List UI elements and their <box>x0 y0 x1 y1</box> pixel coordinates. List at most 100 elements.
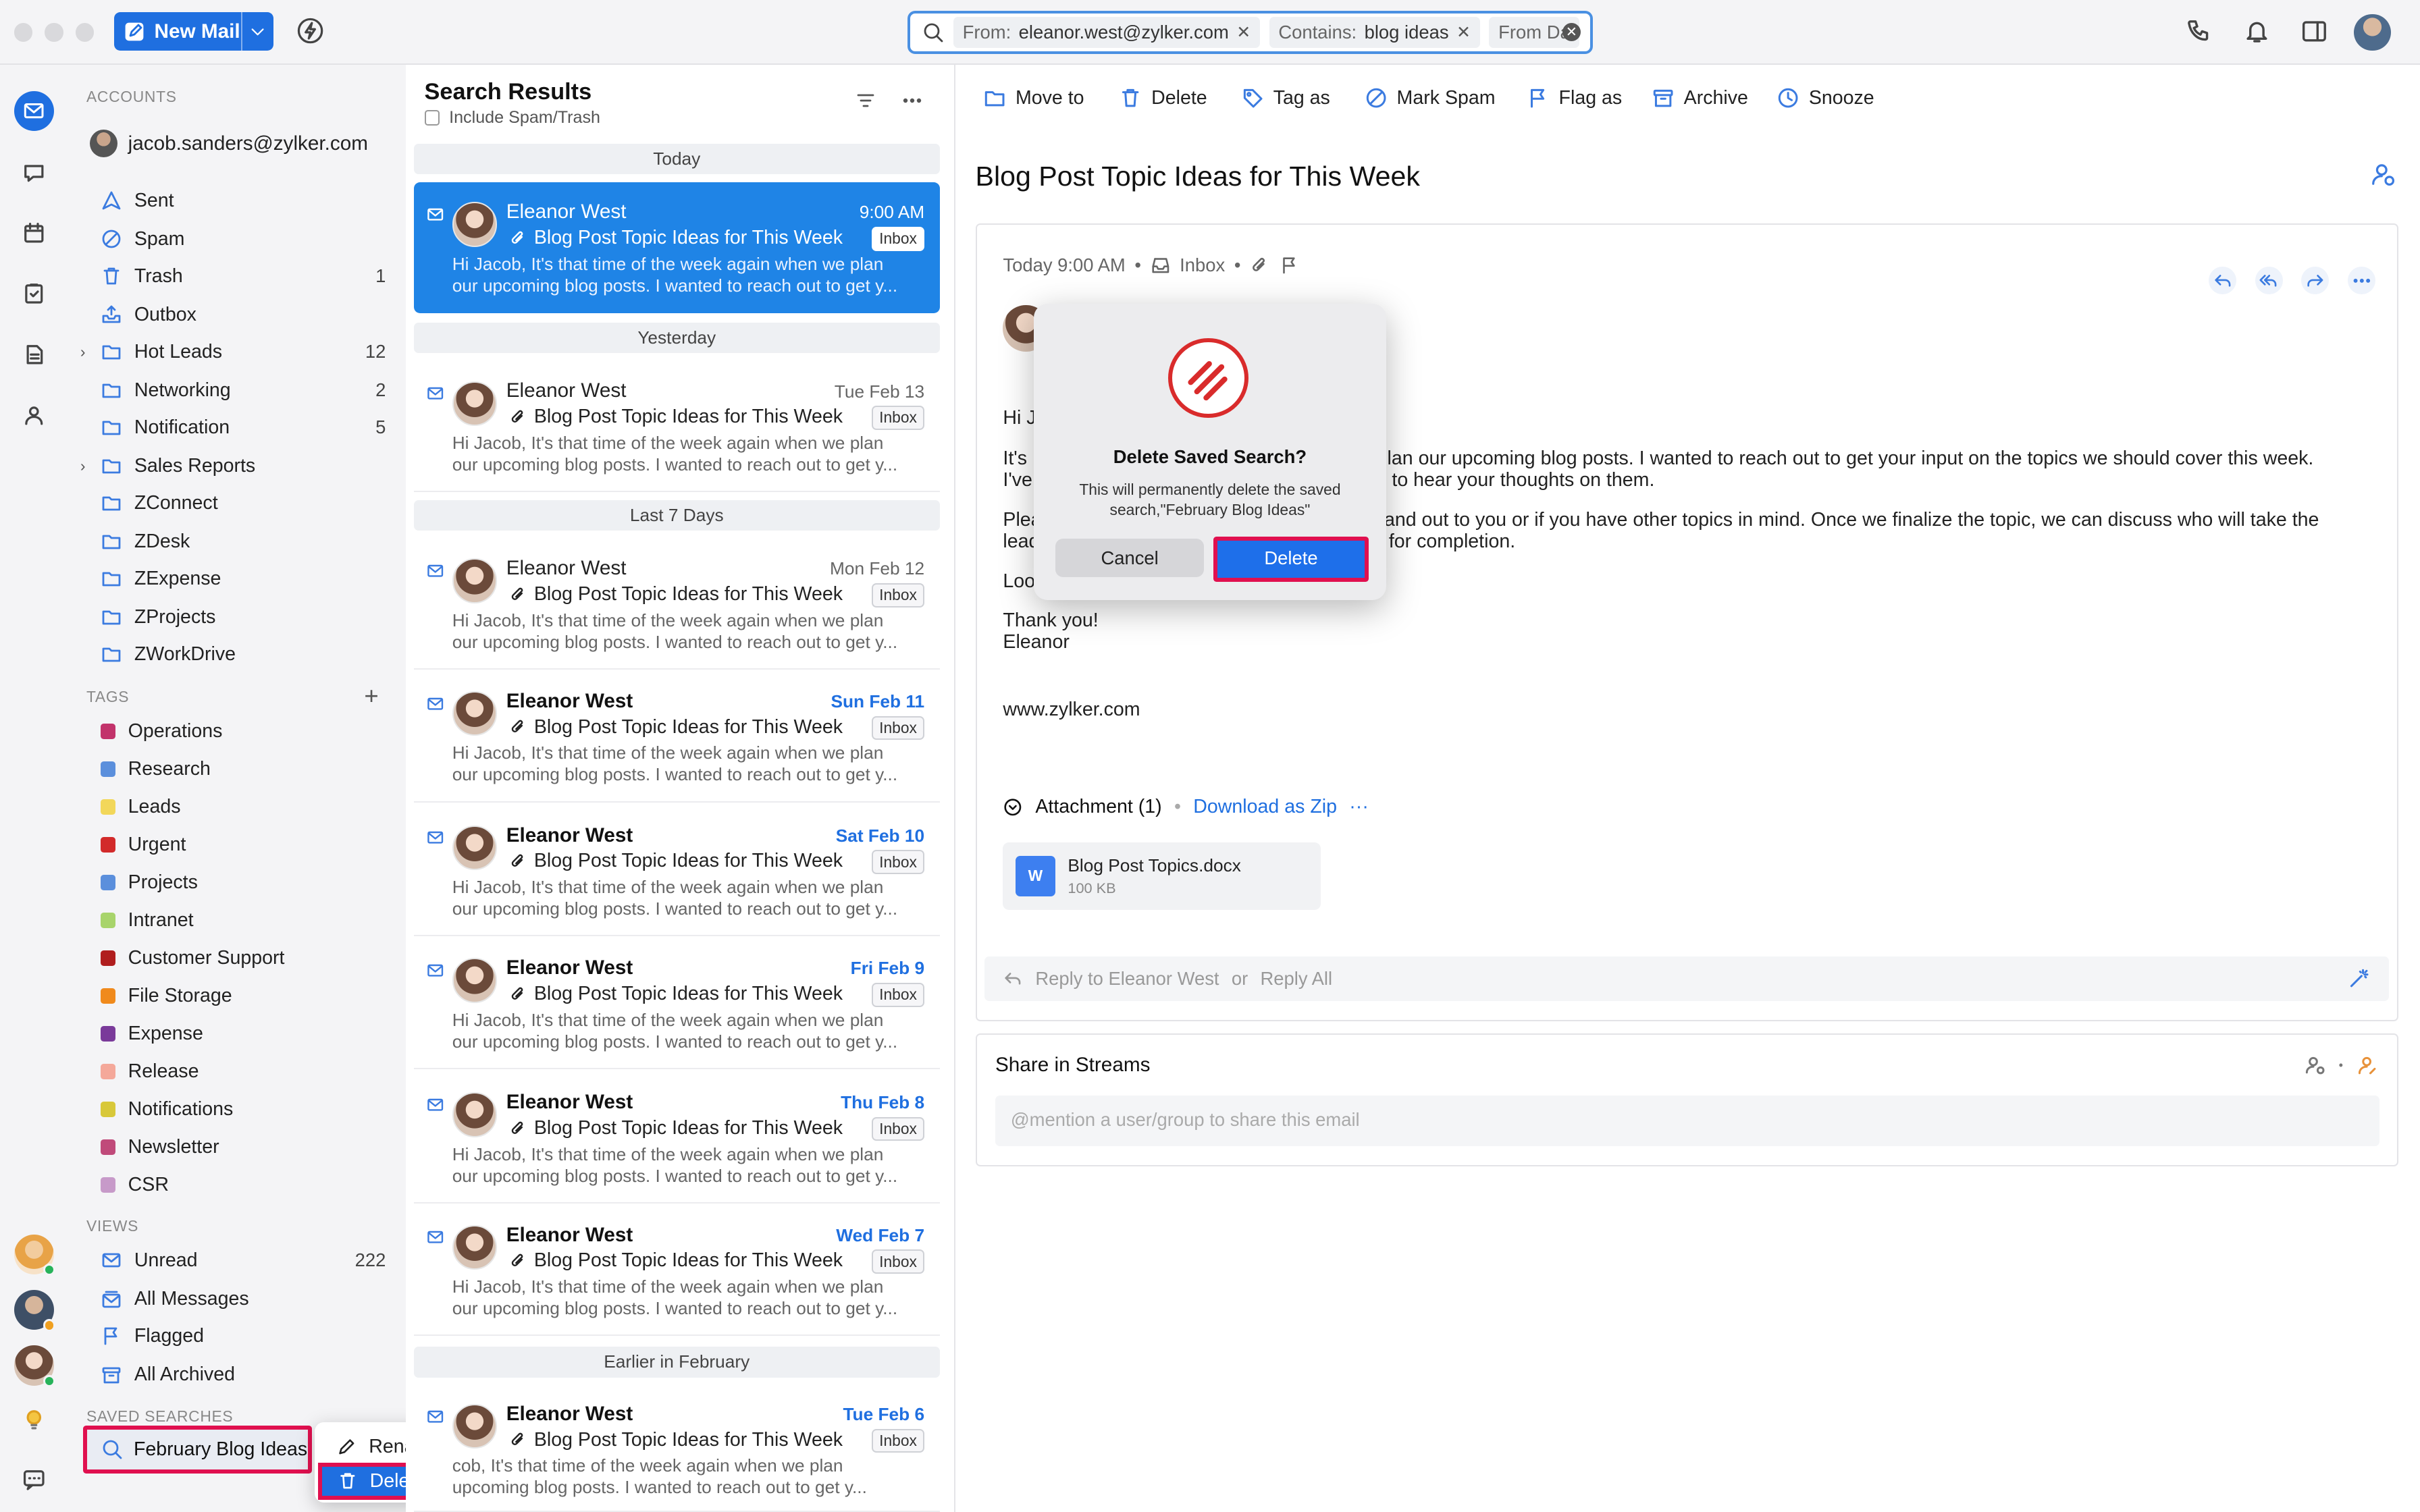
flag-as-button[interactable]: Flag as <box>1527 86 1622 109</box>
flash-icon[interactable] <box>296 17 324 45</box>
window-minimize-button[interactable] <box>45 23 63 42</box>
share-user-icon[interactable] <box>2355 1054 2378 1077</box>
folder-item-sales-reports[interactable]: › Sales Reports <box>80 449 386 483</box>
chevron-right-icon[interactable]: › <box>80 457 86 475</box>
streams-mention-input[interactable]: @mention a user/group to share this emai… <box>995 1095 2380 1146</box>
folder-item-trash[interactable]: Trash 1 <box>101 259 386 293</box>
tag-item-research[interactable]: Research <box>100 752 211 786</box>
more-options-icon[interactable] <box>2347 267 2375 295</box>
chat-app-icon[interactable] <box>16 155 53 192</box>
user-avatar[interactable] <box>2353 14 2391 51</box>
mail-envelope-icon[interactable] <box>426 1407 444 1426</box>
add-tag-icon[interactable]: + <box>364 682 378 710</box>
share-users-icon[interactable] <box>2303 1054 2326 1077</box>
folder-item-zprojects[interactable]: ZProjects <box>101 600 386 634</box>
tag-item-projects[interactable]: Projects <box>100 865 198 899</box>
view-item-flagged[interactable]: Flagged <box>101 1319 386 1353</box>
mail-envelope-icon[interactable] <box>426 828 444 846</box>
tag-item-expense[interactable]: Expense <box>100 1017 203 1050</box>
tag-item-file-storage[interactable]: File Storage <box>100 979 232 1013</box>
more-options-icon[interactable] <box>901 90 923 111</box>
mark-spam-button[interactable]: Mark Spam <box>1365 86 1496 109</box>
clear-search-icon[interactable]: ✕ <box>1562 22 1581 42</box>
reply-all-icon[interactable] <box>2255 267 2283 295</box>
mail-envelope-icon[interactable] <box>426 695 444 713</box>
contact-settings-icon[interactable] <box>2369 161 2397 188</box>
saved-search-item[interactable]: February Blog Ideas <box>83 1425 312 1474</box>
folder-item-hot-leads[interactable]: › Hot Leads 12 <box>80 335 386 369</box>
mail-envelope-icon[interactable] <box>426 562 444 580</box>
search-chip-from[interactable]: From: eleanor.west@zylker.com ✕ <box>953 17 1260 48</box>
messenger-icon[interactable] <box>16 1461 53 1498</box>
idea-bulb-icon[interactable] <box>16 1401 53 1438</box>
cancel-button[interactable]: Cancel <box>1055 538 1204 577</box>
mail-app-icon[interactable] <box>14 90 54 132</box>
magic-wand-icon[interactable] <box>2347 967 2370 990</box>
message-list-item[interactable]: Eleanor West Thu Feb 8 Blog Post Topic Ide… <box>413 1073 940 1204</box>
attachment-file[interactable]: W Blog Post Topics.docx 100 KB <box>1003 842 1321 911</box>
window-zoom-button[interactable] <box>75 23 95 42</box>
tag-item-customer-support[interactable]: Customer Support <box>100 941 284 975</box>
more-options-icon[interactable]: ··· <box>1349 796 1369 818</box>
message-list-item[interactable]: Eleanor West Wed Feb 7 Blog Post Topic Ide… <box>413 1205 940 1336</box>
tag-item-newsletter[interactable]: Newsletter <box>100 1130 219 1164</box>
confirm-delete-button[interactable]: Delete <box>1213 537 1369 582</box>
folder-item-networking[interactable]: Networking 2 <box>101 373 386 407</box>
tag-item-csr[interactable]: CSR <box>100 1168 169 1202</box>
phone-icon[interactable] <box>2186 18 2212 45</box>
include-spam-trash-checkbox[interactable]: Include Spam/Trash <box>424 108 600 128</box>
view-item-unread[interactable]: Unread 222 <box>101 1243 386 1277</box>
new-mail-dropdown[interactable] <box>240 12 273 51</box>
view-item-all-messages[interactable]: All Messages <box>101 1282 386 1316</box>
contact-avatar[interactable] <box>14 1345 56 1387</box>
close-icon[interactable]: ✕ <box>1456 22 1471 43</box>
mail-envelope-icon[interactable] <box>426 384 444 402</box>
mail-envelope-icon[interactable] <box>426 205 444 223</box>
tag-item-operations[interactable]: Operations <box>100 714 222 748</box>
delete-button[interactable]: Delete <box>1119 86 1207 109</box>
account-selector[interactable]: jacob.sanders@zylker.com <box>89 129 368 158</box>
folder-item-zexpense[interactable]: ZExpense <box>101 562 386 595</box>
tag-item-urgent[interactable]: Urgent <box>100 828 186 861</box>
tag-item-intranet[interactable]: Intranet <box>100 903 194 937</box>
tag-item-notifications[interactable]: Notifications <box>100 1092 233 1126</box>
search-chip-contains[interactable]: Contains: blog ideas ✕ <box>1269 17 1480 48</box>
reply-icon[interactable] <box>2209 267 2237 295</box>
message-list-item[interactable]: Eleanor West Tue Feb 6 Blog Post Topic Ide… <box>413 1384 940 1512</box>
folder-item-notification[interactable]: Notification 5 <box>101 410 386 444</box>
tag-as-button[interactable]: Tag as <box>1241 86 1330 109</box>
move-to-button[interactable]: Move to <box>983 86 1084 109</box>
contacts-app-icon[interactable] <box>16 396 53 433</box>
flag-icon[interactable] <box>1280 255 1300 275</box>
close-icon[interactable]: ✕ <box>1236 22 1251 43</box>
folder-item-outbox[interactable]: Outbox <box>101 298 386 331</box>
archive-button[interactable]: Archive <box>1652 86 1748 109</box>
quick-reply-bar[interactable]: Reply to Eleanor West or Reply All <box>984 956 2389 1002</box>
reply-to-link[interactable]: Reply to Eleanor West <box>1035 968 1219 990</box>
folder-item-zconnect[interactable]: ZConnect <box>101 486 386 520</box>
reply-all-link[interactable]: Reply All <box>1260 968 1332 990</box>
forward-icon[interactable] <box>2301 267 2330 295</box>
chevron-right-icon[interactable]: › <box>80 343 86 361</box>
tag-item-leads[interactable]: Leads <box>100 790 181 824</box>
download-zip-link[interactable]: Download as Zip <box>1193 796 1337 818</box>
mail-envelope-icon[interactable] <box>426 1228 444 1246</box>
folder-item-zdesk[interactable]: ZDesk <box>101 524 386 558</box>
collapse-icon[interactable] <box>1003 797 1023 817</box>
tasks-app-icon[interactable] <box>16 275 53 312</box>
message-list-item[interactable]: Eleanor West Mon Feb 12 Blog Post Topic Id… <box>413 539 940 670</box>
search-bar[interactable]: From: eleanor.west@zylker.com ✕ Contains: b… <box>907 10 1593 54</box>
bell-icon[interactable] <box>2244 18 2270 45</box>
calendar-app-icon[interactable] <box>16 215 53 252</box>
contact-avatar[interactable] <box>14 1289 56 1332</box>
folder-item-zworkdrive[interactable]: ZWorkDrive <box>101 637 386 671</box>
message-list-item[interactable]: Eleanor West Sat Feb 10 Blog Post Topic Id… <box>413 805 940 937</box>
window-close-button[interactable] <box>14 23 32 42</box>
contact-avatar[interactable] <box>14 1234 56 1276</box>
panel-toggle-icon[interactable] <box>2301 18 2327 45</box>
mail-body-website[interactable]: www.zylker.com <box>1003 699 1140 721</box>
notes-app-icon[interactable] <box>16 336 53 373</box>
tag-item-release[interactable]: Release <box>100 1054 199 1088</box>
view-item-all-archived[interactable]: All Archived <box>101 1357 386 1391</box>
folder-item-sent[interactable]: Sent <box>101 184 386 217</box>
